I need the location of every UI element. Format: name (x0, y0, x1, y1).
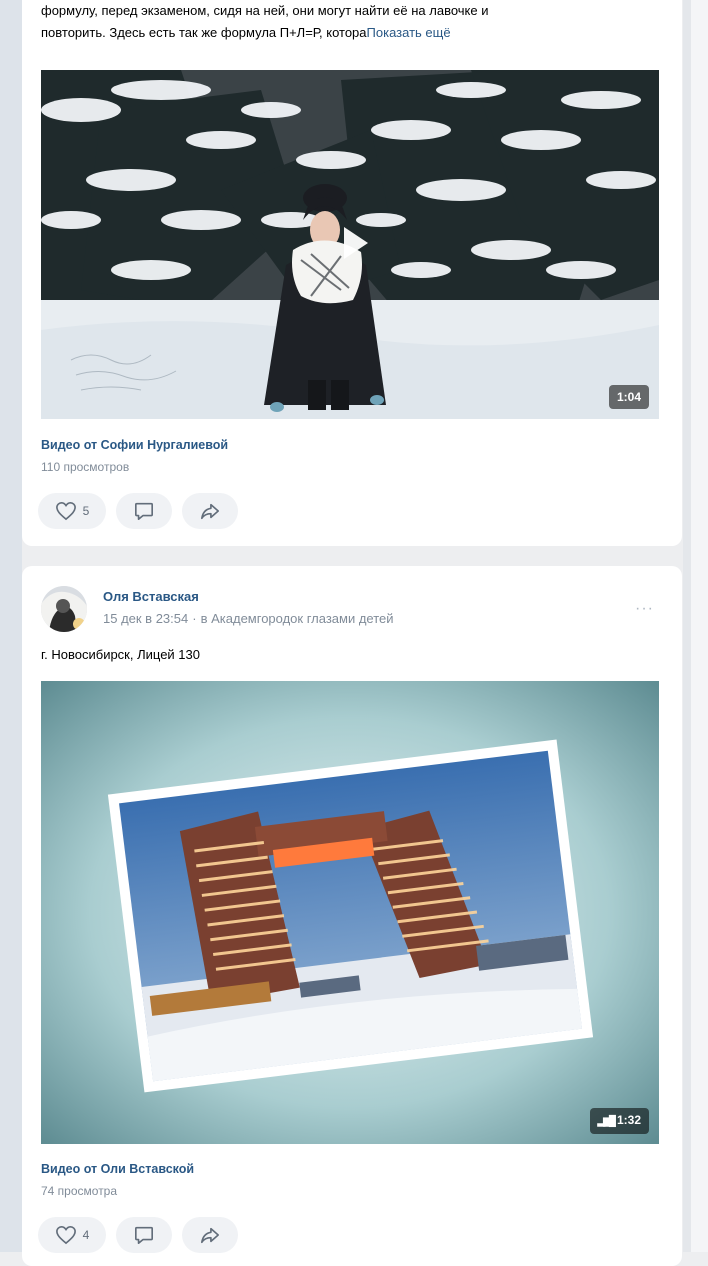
comment-button[interactable] (116, 1217, 172, 1253)
page-right-edge (683, 0, 708, 1252)
video-player-2[interactable]: ▂▆█ 1:32 (41, 681, 659, 1144)
post-text-line-2: повторить. Здесь есть так же формула П+Л… (41, 22, 451, 43)
video-player-1[interactable]: 1:04 (41, 70, 659, 419)
video-views: 110 просмотров (41, 460, 130, 474)
video-duration-badge: ▂▆█ 1:32 (589, 1108, 649, 1134)
post-text: г. Новосибирск, Лицей 130 (41, 647, 200, 662)
meta-separator: · (192, 611, 197, 626)
play-icon[interactable] (334, 223, 374, 263)
post-author[interactable]: Оля Вставская (103, 589, 199, 604)
post-text-truncated: повторить. Здесь есть так же формула П+Л… (41, 25, 367, 40)
post-card-2: Оля Вставская 15 дек в 23:54 · в Академгор… (22, 566, 682, 1266)
comment-icon (135, 1226, 153, 1244)
video-views: 74 просмотра (41, 1184, 118, 1198)
heart-icon (55, 1225, 76, 1245)
share-arrow-icon (201, 503, 219, 520)
scrollbar-track[interactable] (691, 0, 708, 1252)
share-button[interactable] (182, 1217, 238, 1253)
heart-icon (55, 501, 76, 521)
page-left-edge (0, 0, 22, 1252)
show-more-link[interactable]: Показать ещё (367, 25, 451, 40)
post-time[interactable]: 15 дек в 23:54 (103, 611, 188, 626)
post-meta: 15 дек в 23:54 · в Академгородок глазами д… (103, 611, 394, 626)
video-thumbnail-building-photo (41, 681, 659, 1144)
post-actions: 4 (38, 1217, 238, 1253)
comment-icon (135, 502, 153, 520)
avatar-image (41, 586, 87, 632)
like-count: 4 (82, 1228, 90, 1242)
video-duration-badge: 1:04 (608, 385, 649, 409)
more-options-button[interactable]: ··· (635, 600, 654, 618)
comment-button[interactable] (116, 493, 172, 529)
video-title[interactable]: Видео от Оли Вставской (41, 1162, 194, 1176)
avatar[interactable] (41, 586, 87, 632)
like-count: 5 (82, 504, 90, 518)
video-duration-text: 1:32 (616, 1113, 641, 1127)
share-button[interactable] (182, 493, 238, 529)
post-actions: 5 (38, 493, 238, 529)
video-title[interactable]: Видео от Софии Нургалиевой (41, 438, 228, 452)
post-card-1: формулу, перед экзаменом, сидя на ней, о… (22, 0, 682, 546)
post-community[interactable]: в Академгородок глазами детей (201, 611, 394, 626)
post-text-line-1: формулу, перед экзаменом, сидя на ней, о… (41, 3, 489, 18)
like-button[interactable]: 5 (38, 493, 106, 529)
like-button[interactable]: 4 (38, 1217, 106, 1253)
audio-bars-icon: ▂▆█ (597, 1116, 617, 1127)
share-arrow-icon (201, 1227, 219, 1244)
